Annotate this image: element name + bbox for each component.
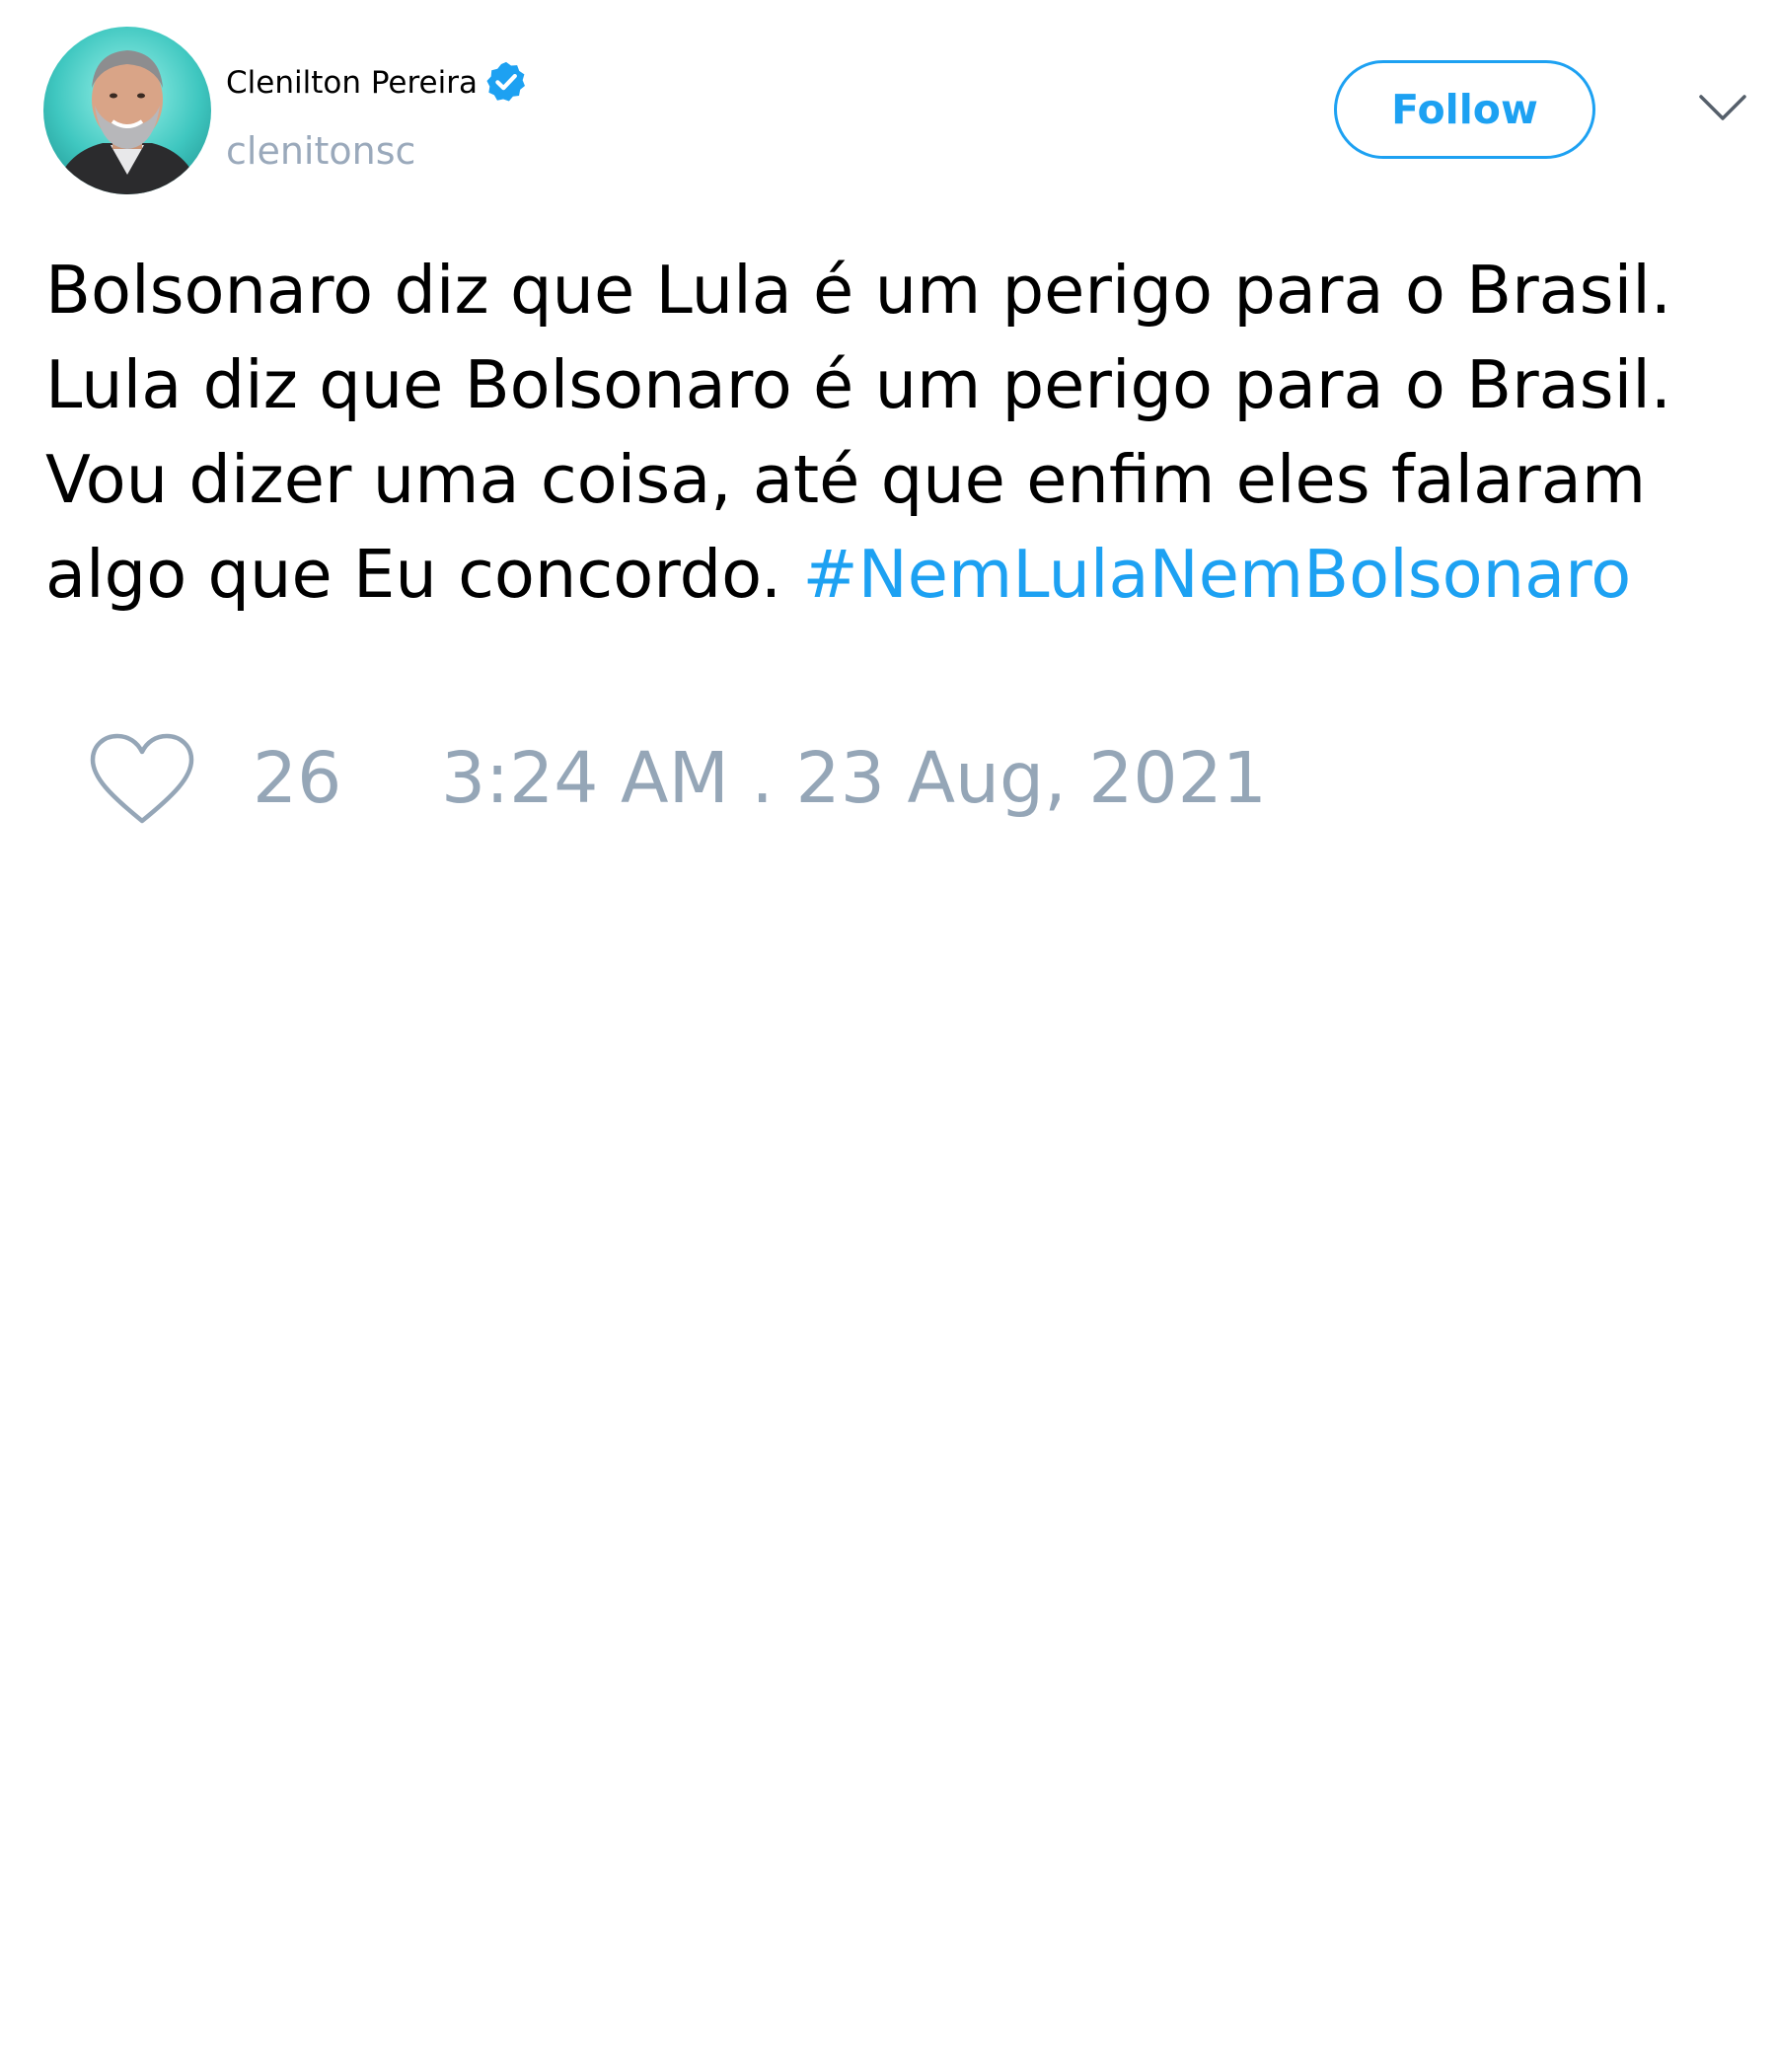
chevron-down-icon[interactable] [1697,91,1748,126]
hashtag-link[interactable]: #NemLulaNemBolsonaro [803,536,1632,613]
verified-badge-icon [486,61,525,102]
heart-icon[interactable] [89,732,195,827]
like-count: 26 [253,737,342,819]
author-handle[interactable]: clenitonsc [226,128,415,174]
avatar-photo [53,50,201,194]
avatar[interactable] [43,27,211,194]
author-display-name[interactable]: Clenilton Pereira [226,63,478,103]
follow-button[interactable]: Follow [1334,60,1595,159]
tweet-timestamp[interactable]: 3:24 AM . 23 Aug, 2021 [441,736,1267,821]
tweet-text: Bolsonaro diz que Lula é um perigo para … [45,243,1742,622]
